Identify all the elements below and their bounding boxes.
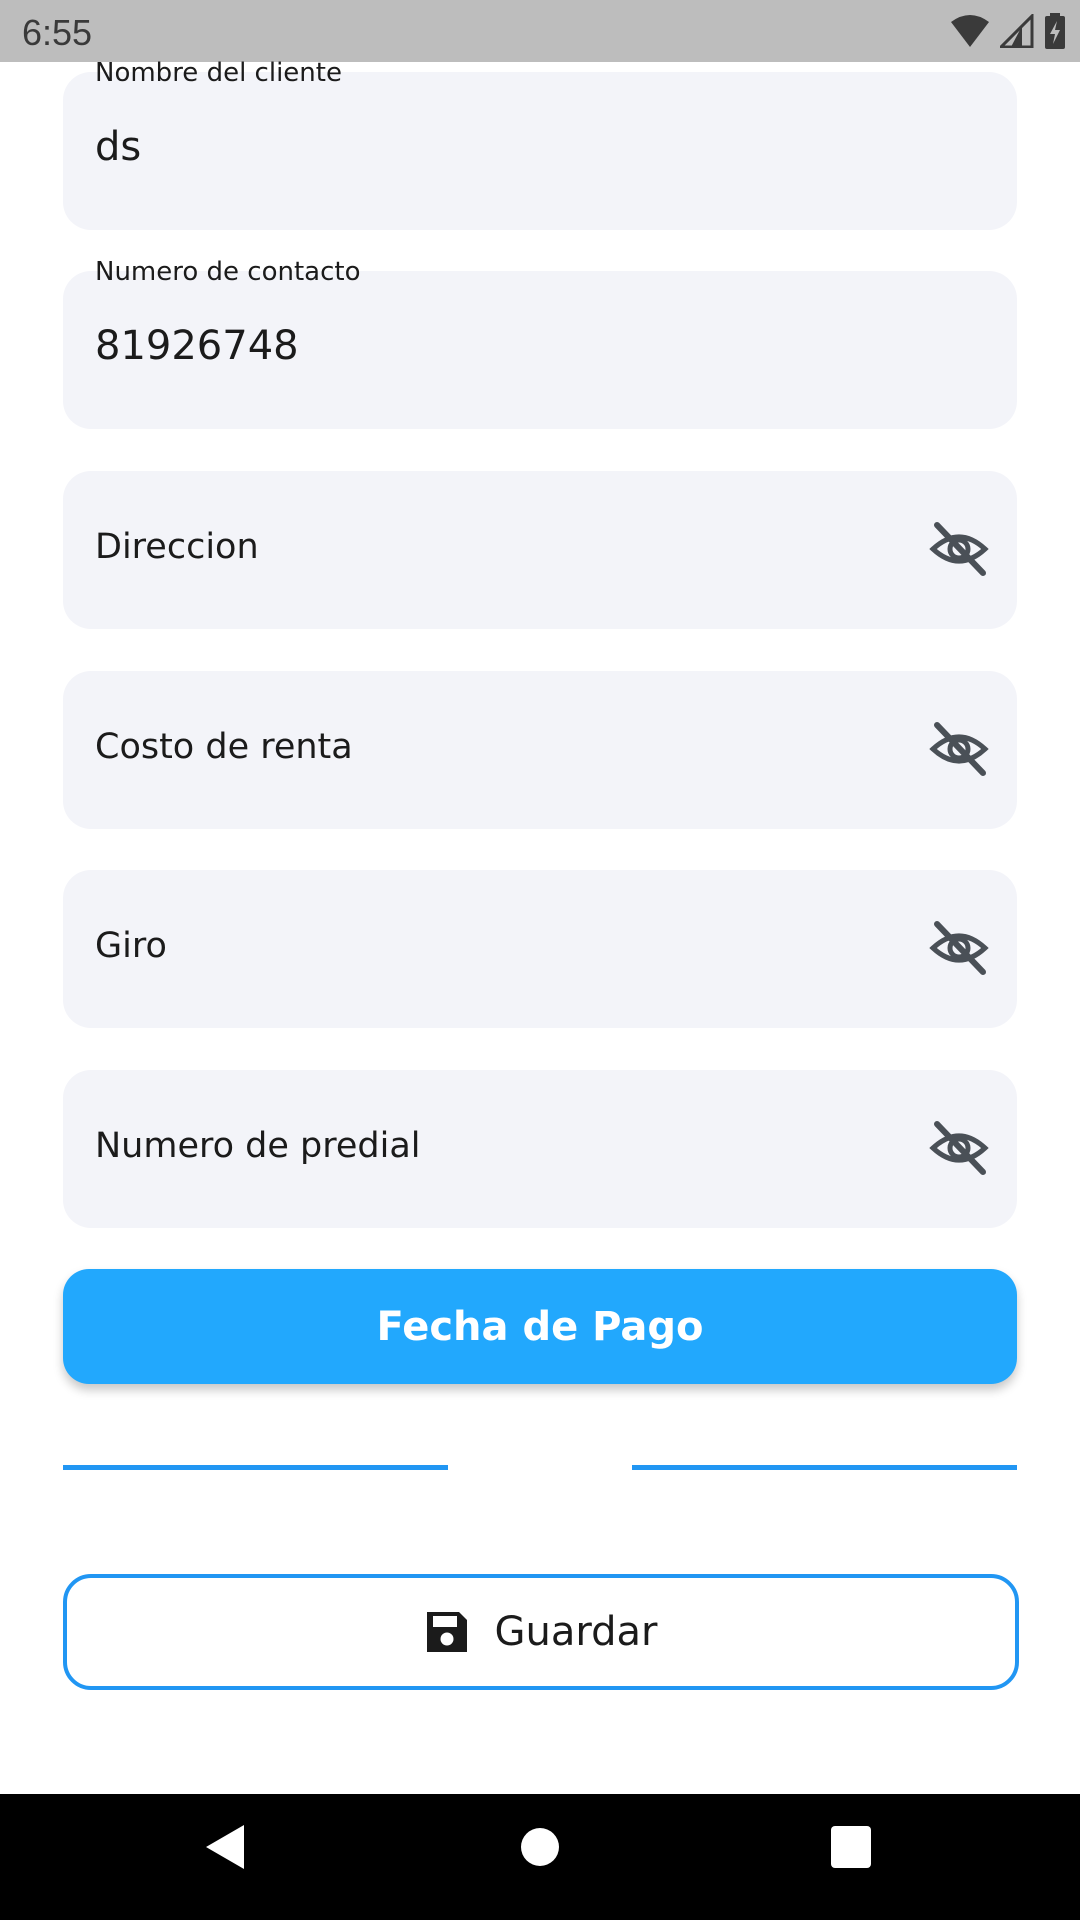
fecha-pago-button[interactable]: Fecha de Pago <box>63 1269 1017 1384</box>
home-icon[interactable] <box>520 1824 560 1870</box>
giro-placeholder: Giro <box>95 926 167 966</box>
costo-renta-placeholder: Costo de renta <box>95 727 353 767</box>
save-icon <box>426 1612 467 1652</box>
eye-off-icon[interactable] <box>929 521 989 577</box>
numero-contacto-value: 81926748 <box>95 323 299 369</box>
nombre-cliente-label: Nombre del cliente <box>95 58 342 88</box>
costo-renta-field[interactable]: Costo de renta <box>63 671 1017 829</box>
numero-contacto-field[interactable]: 81926748 <box>63 271 1017 429</box>
nombre-cliente-value: ds <box>95 124 142 170</box>
numero-contacto-label: Numero de contacto <box>95 257 361 287</box>
eye-off-icon[interactable] <box>929 1120 989 1176</box>
status-time: 6:55 <box>22 12 93 53</box>
back-icon[interactable] <box>204 1824 246 1870</box>
fecha-pago-label: Fecha de Pago <box>376 1303 704 1350</box>
date-underline-right[interactable] <box>632 1465 1017 1470</box>
giro-field[interactable]: Giro <box>63 870 1017 1028</box>
guardar-label: Guardar <box>494 1609 658 1655</box>
navigation-bar <box>0 1794 1080 1920</box>
numero-predial-field[interactable]: Numero de predial <box>63 1070 1017 1228</box>
wifi-icon <box>951 15 989 47</box>
signal-icon <box>1000 14 1034 48</box>
date-underline-left[interactable] <box>63 1465 448 1470</box>
eye-off-icon[interactable] <box>929 721 989 777</box>
direccion-placeholder: Direccion <box>95 527 259 567</box>
status-bar: 6:55 <box>0 0 1080 62</box>
nombre-cliente-field[interactable]: ds <box>63 72 1017 230</box>
battery-icon <box>1045 13 1065 49</box>
form-content: ds Nombre del cliente 81926748 Numero de… <box>0 58 1080 1794</box>
guardar-button[interactable]: Guardar <box>63 1574 1019 1690</box>
status-icons <box>950 12 1066 50</box>
direccion-field[interactable]: Direccion <box>63 471 1017 629</box>
numero-predial-placeholder: Numero de predial <box>95 1126 421 1166</box>
eye-off-icon[interactable] <box>929 920 989 976</box>
recents-icon[interactable] <box>830 1824 872 1870</box>
